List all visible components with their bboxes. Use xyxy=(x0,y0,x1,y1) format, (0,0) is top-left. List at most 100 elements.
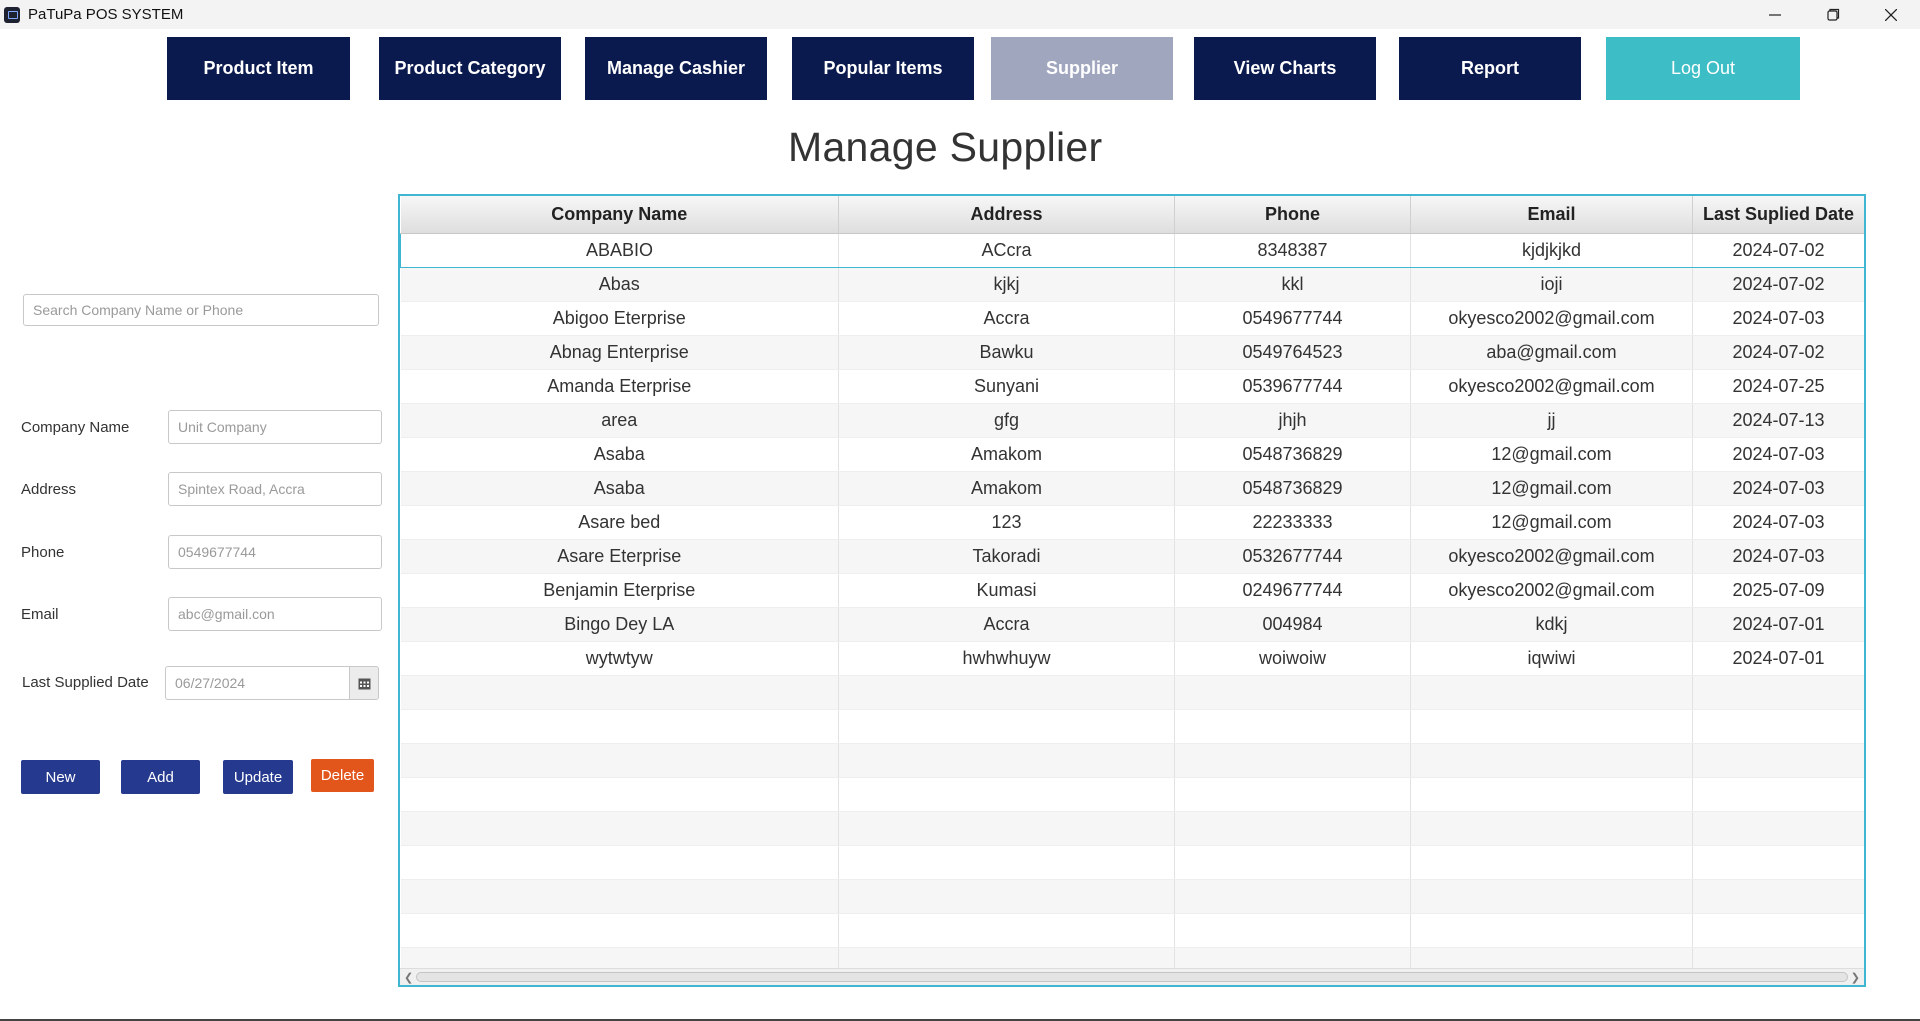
table-row[interactable]: Abnag Enterprise Bawku 0549764523 aba@gmail… xyxy=(400,335,1864,370)
nav-popular-items-button[interactable]: Popular Items xyxy=(792,37,974,100)
search-input[interactable] xyxy=(23,294,379,326)
table-row[interactable]: Asaba Amakom 0548736829 12@gmail.com 2024-07… xyxy=(400,471,1864,506)
table-row[interactable]: Abas kjkj kkl ioji 2024-07-02 xyxy=(400,267,1864,302)
cell-address: 123 xyxy=(838,505,1175,540)
empty-cell xyxy=(400,777,839,812)
address-field[interactable] xyxy=(168,472,382,506)
calendar-icon[interactable] xyxy=(349,666,379,700)
address-label: Address xyxy=(21,481,77,498)
empty-cell xyxy=(1692,675,1864,710)
cell-email: okyesco2002@gmail.com xyxy=(1410,369,1693,404)
table-row[interactable]: Benjamin Eterprise Kumasi 0249677744 okyesc… xyxy=(400,573,1864,608)
email-field[interactable] xyxy=(168,597,382,631)
log-out-button[interactable]: Log Out xyxy=(1606,37,1800,100)
empty-cell xyxy=(1174,845,1411,880)
column-header-address[interactable]: Address xyxy=(838,196,1175,234)
empty-cell xyxy=(1410,709,1693,744)
table-row[interactable]: Asare Eterprise Takoradi 0532677744 okyesco… xyxy=(400,539,1864,574)
minimize-icon[interactable] xyxy=(1746,0,1804,29)
cell-last-supplied-date: 2024-07-02 xyxy=(1692,267,1864,302)
empty-cell xyxy=(838,845,1175,880)
cell-last-supplied-date: 2025-07-09 xyxy=(1692,573,1864,608)
cell-phone: 0549764523 xyxy=(1174,335,1411,370)
cell-last-supplied-date: 2024-07-25 xyxy=(1692,369,1864,404)
column-header-email[interactable]: Email xyxy=(1410,196,1693,234)
column-header-phone[interactable]: Phone xyxy=(1174,196,1411,234)
table-row[interactable]: ABABIO ACcra 8348387 kjdjkjkd 2024-07-02 xyxy=(400,233,1864,268)
window-title-bar: PaTuPa POS SYSTEM xyxy=(0,0,1920,29)
cell-company-name: Asare bed xyxy=(400,505,839,540)
restore-icon[interactable] xyxy=(1804,0,1862,29)
empty-cell xyxy=(1692,845,1864,880)
empty-cell xyxy=(1174,743,1411,778)
supplier-table[interactable]: Company Name Address Phone Email Last Su… xyxy=(398,194,1866,987)
empty-cell xyxy=(1410,811,1693,846)
empty-cell xyxy=(838,879,1175,914)
cell-address: Accra xyxy=(838,301,1175,336)
update-button[interactable]: Update xyxy=(223,760,293,794)
cell-phone: 0549677744 xyxy=(1174,301,1411,336)
column-header-last-supplied-date[interactable]: Last Suplied Date xyxy=(1692,196,1864,234)
cell-phone: woiwoiw xyxy=(1174,641,1411,676)
last-supplied-date-label: Last Supplied Date xyxy=(22,674,149,691)
last-supplied-date-field[interactable] xyxy=(165,666,349,700)
empty-cell xyxy=(1174,879,1411,914)
company-name-field[interactable] xyxy=(168,410,382,444)
scroll-right-icon[interactable]: ❯ xyxy=(1851,971,1860,984)
new-button[interactable]: New xyxy=(21,760,100,794)
cell-last-supplied-date: 2024-07-01 xyxy=(1692,607,1864,642)
cell-email: ioji xyxy=(1410,267,1693,302)
scroll-left-icon[interactable]: ❮ xyxy=(404,971,413,984)
table-row[interactable]: wytwtyw hwhwhuyw woiwoiw iqwiwi 2024-07-01 xyxy=(400,641,1864,676)
empty-cell xyxy=(1692,811,1864,846)
empty-table-row xyxy=(400,709,1864,744)
empty-cell xyxy=(1692,709,1864,744)
delete-button[interactable]: Delete xyxy=(311,759,374,792)
cell-last-supplied-date: 2024-07-02 xyxy=(1692,335,1864,370)
email-label: Email xyxy=(21,606,59,623)
cell-email: 12@gmail.com xyxy=(1410,505,1693,540)
nav-product-category-button[interactable]: Product Category xyxy=(379,37,561,100)
nav-manage-cashier-button[interactable]: Manage Cashier xyxy=(585,37,767,100)
table-row[interactable]: area gfg jhjh jj 2024-07-13 xyxy=(400,403,1864,438)
cell-address: Bawku xyxy=(838,335,1175,370)
horizontal-scrollbar[interactable]: ❮ ❯ xyxy=(400,968,1864,985)
cell-company-name: Asaba xyxy=(400,471,839,506)
page-title: Manage Supplier xyxy=(788,124,1103,170)
window-title: PaTuPa POS SYSTEM xyxy=(28,6,184,23)
cell-address: hwhwhuyw xyxy=(838,641,1175,676)
phone-field[interactable] xyxy=(168,535,382,569)
nav-product-item-button[interactable]: Product Item xyxy=(167,37,350,100)
cell-address: Accra xyxy=(838,607,1175,642)
cell-company-name: Asare Eterprise xyxy=(400,539,839,574)
add-button[interactable]: Add xyxy=(121,760,200,794)
cell-last-supplied-date: 2024-07-03 xyxy=(1692,505,1864,540)
cell-phone: 8348387 xyxy=(1174,233,1411,268)
close-icon[interactable] xyxy=(1862,0,1920,29)
empty-table-row xyxy=(400,743,1864,778)
empty-cell xyxy=(400,913,839,948)
empty-cell xyxy=(1410,845,1693,880)
cell-company-name: wytwtyw xyxy=(400,641,839,676)
scrollbar-thumb[interactable] xyxy=(416,972,1848,982)
empty-table-row xyxy=(400,675,1864,710)
nav-report-button[interactable]: Report xyxy=(1399,37,1581,100)
cell-email: 12@gmail.com xyxy=(1410,471,1693,506)
table-row[interactable]: Asaba Amakom 0548736829 12@gmail.com 2024-07… xyxy=(400,437,1864,472)
cell-phone: jhjh xyxy=(1174,403,1411,438)
table-row[interactable]: Amanda Eterprise Sunyani 0539677744 okyesco… xyxy=(400,369,1864,404)
column-header-company-name[interactable]: Company Name xyxy=(400,196,839,234)
table-row[interactable]: Abigoo Eterprise Accra 0549677744 okyesco20… xyxy=(400,301,1864,336)
empty-cell xyxy=(838,811,1175,846)
cell-last-supplied-date: 2024-07-02 xyxy=(1692,233,1864,268)
table-row[interactable]: Bingo Dey LA Accra 004984 kdkj 2024-07-01 xyxy=(400,607,1864,642)
nav-supplier-button[interactable]: Supplier xyxy=(991,37,1173,100)
empty-table-row xyxy=(400,811,1864,846)
app-logo-icon xyxy=(4,6,20,23)
table-row[interactable]: Asare bed 123 22233333 12@gmail.com 2024-07-… xyxy=(400,505,1864,540)
cell-phone: 22233333 xyxy=(1174,505,1411,540)
cell-phone: 0249677744 xyxy=(1174,573,1411,608)
empty-table-row xyxy=(400,777,1864,812)
cell-last-supplied-date: 2024-07-03 xyxy=(1692,471,1864,506)
nav-view-charts-button[interactable]: View Charts xyxy=(1194,37,1376,100)
